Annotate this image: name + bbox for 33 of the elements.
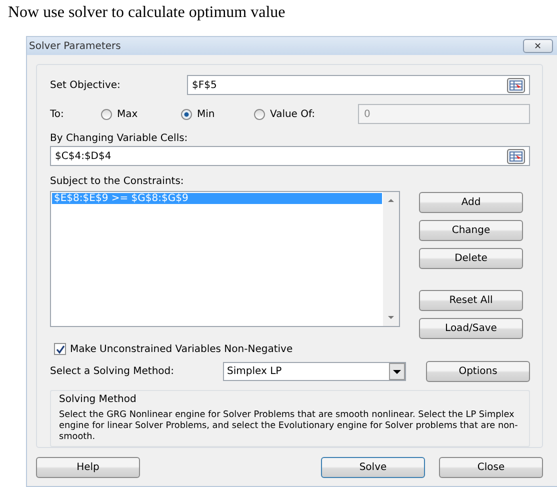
action-button[interactable]: Add <box>419 192 523 213</box>
input-field[interactable]: $F$5 <box>187 75 530 95</box>
action-button[interactable]: Delete <box>419 248 523 269</box>
description-text: Select the GRG Nonlinear engine for Solver Problems that are smooth nonlinear. Select the LP Simplex engine for linear Solver Problems, and select the Evolutionary engine for Solver problems that are non-smooth. <box>59 410 519 443</box>
radio-button[interactable] <box>181 108 192 120</box>
action-button[interactable]: Change <box>419 220 523 241</box>
radio-label: Min <box>197 108 215 120</box>
radio-button[interactable] <box>101 108 112 120</box>
options-button[interactable]: Options <box>426 361 530 382</box>
radio-button[interactable] <box>254 108 265 120</box>
footer-button[interactable]: Solve <box>321 457 425 478</box>
page-heading: Now use solver to calculate optimum value <box>7 3 286 23</box>
footer-button[interactable]: Help <box>36 457 140 478</box>
field-label: Select a Solving Method: <box>50 366 174 377</box>
footer-button[interactable]: Close <box>439 457 543 478</box>
action-button[interactable]: Reset All <box>419 290 523 311</box>
field-label: Set Objective: <box>50 80 122 90</box>
checkbox-label: Make Unconstrained Variables Non-Negative <box>70 344 293 354</box>
field-label: By Changing Variable Cells: <box>50 133 189 144</box>
method-dropdown[interactable]: Simplex LP <box>223 362 406 381</box>
radio-label: Max <box>117 108 138 120</box>
field-label: Subject to the Constraints: <box>50 176 185 187</box>
scroll-bar[interactable] <box>383 192 399 326</box>
group-title: Solving Method <box>59 394 138 405</box>
close-button[interactable]: ✕ <box>523 39 553 53</box>
range-select-icon[interactable] <box>507 148 525 164</box>
range-select-icon[interactable] <box>507 78 525 92</box>
checkbox[interactable] <box>54 343 66 355</box>
radio-label: Value Of: <box>270 108 316 120</box>
input-field[interactable]: $C$4:$D$4 <box>50 146 530 166</box>
window-title: Solver Parameters <box>29 40 121 52</box>
action-button[interactable]: Load/Save <box>419 318 523 339</box>
field-label: To: <box>50 108 65 120</box>
